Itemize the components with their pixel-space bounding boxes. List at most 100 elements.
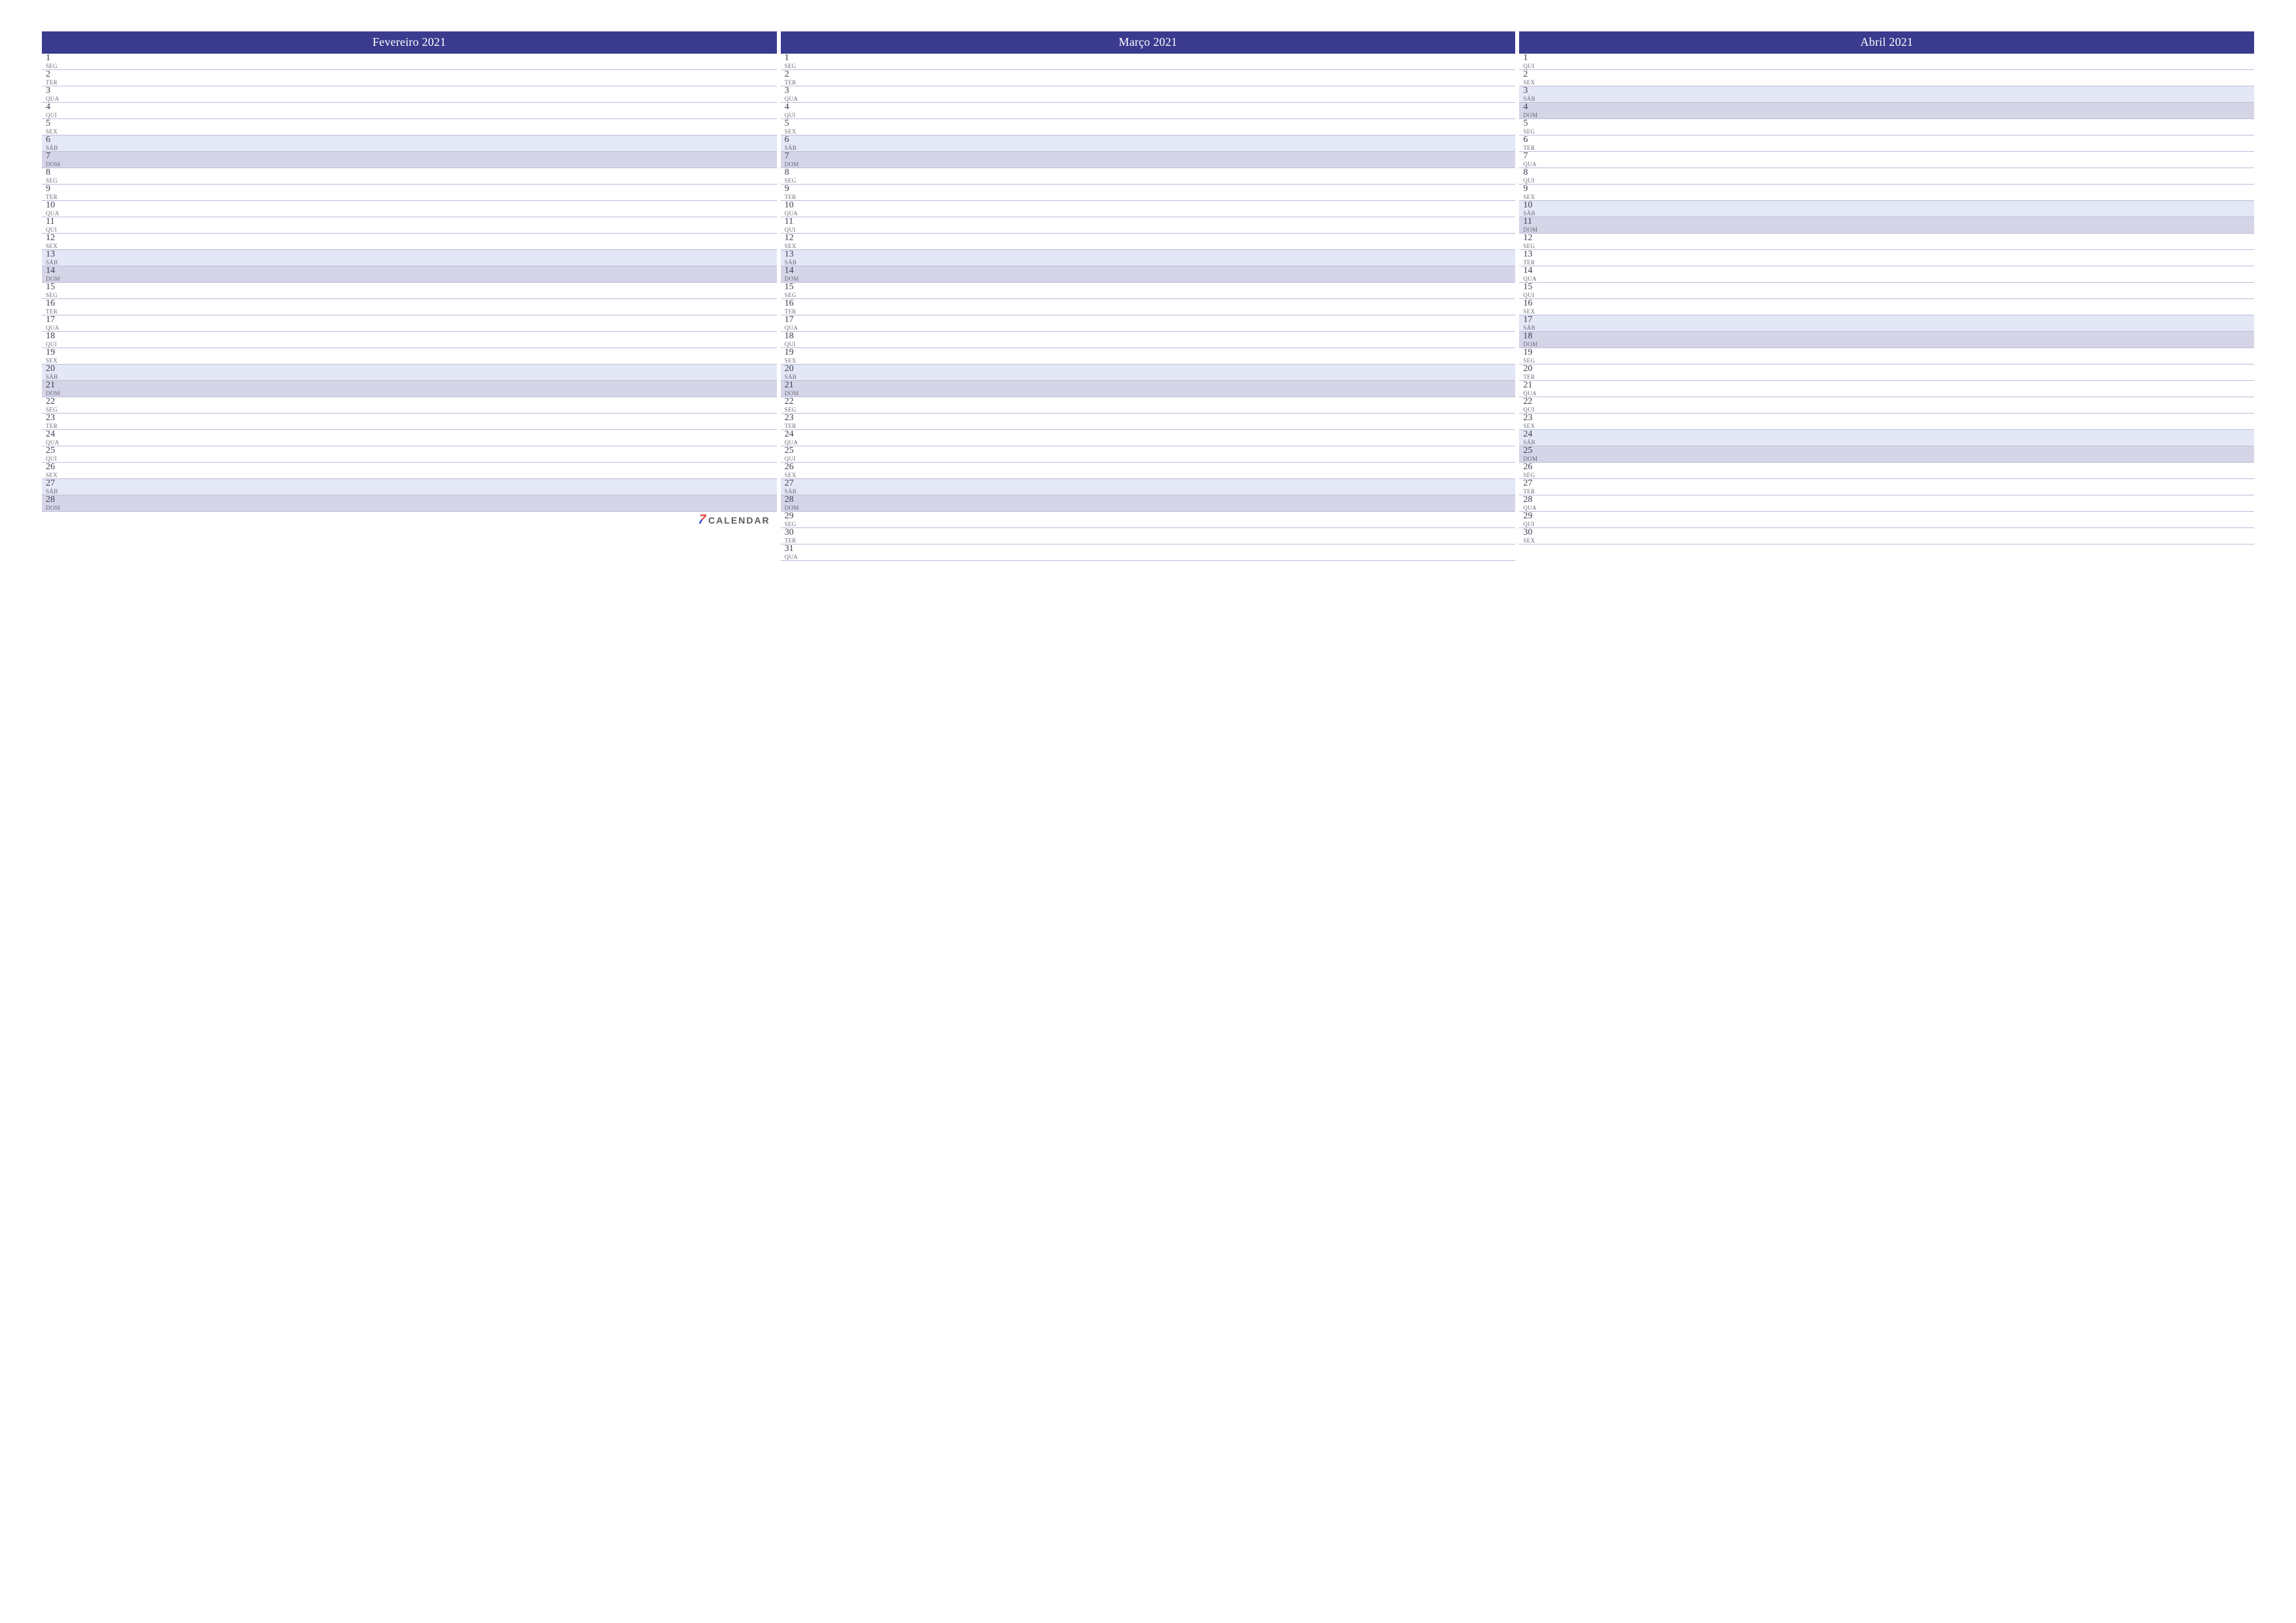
day-label: 1SEG (781, 54, 815, 69)
day-row: 21QUA (1519, 381, 2254, 397)
day-number: 19 (1523, 348, 1553, 357)
day-row: 9SEX (1519, 185, 2254, 201)
day-label: 23TER (42, 414, 76, 429)
day-weekday: SEX (785, 129, 815, 135)
day-number: 27 (785, 479, 815, 488)
day-number: 7 (785, 152, 815, 161)
day-label: 26SEX (781, 463, 815, 478)
day-notes-area (76, 266, 777, 282)
day-row: 8QUI (1519, 168, 2254, 185)
day-weekday: SEX (1523, 423, 1553, 429)
day-label: 4QUI (42, 103, 76, 118)
day-notes-area (815, 446, 1516, 462)
brand-seven-icon: 7 (697, 512, 707, 527)
day-number: 30 (1523, 528, 1553, 537)
day-weekday: QUI (785, 342, 815, 348)
day-notes-area (1553, 381, 2254, 397)
day-weekday: TER (46, 423, 76, 429)
day-label: 15QUI (1519, 283, 1553, 298)
day-number: 14 (785, 266, 815, 276)
day-number: 24 (785, 430, 815, 439)
day-label: 29QUI (1519, 512, 1553, 527)
day-notes-area (76, 283, 777, 298)
day-row: 15SEG (42, 283, 777, 299)
day-row: 1QUI (1519, 54, 2254, 70)
day-weekday: QUA (46, 325, 76, 331)
day-number: 26 (785, 463, 815, 472)
day-row: 26SEG (1519, 463, 2254, 479)
day-row: 22QUI (1519, 397, 2254, 414)
day-weekday: SEG (785, 407, 815, 413)
day-notes-area (76, 463, 777, 478)
day-row: 13TER (1519, 250, 2254, 266)
day-row: 20SÁB (42, 365, 777, 381)
day-number: 3 (785, 86, 815, 96)
day-row: 27SÁB (781, 479, 1516, 495)
day-number: 20 (785, 365, 815, 374)
day-row: 10SÁB (1519, 201, 2254, 217)
day-number: 13 (785, 250, 815, 259)
day-weekday: SEG (46, 178, 76, 184)
day-notes-area (815, 544, 1516, 560)
day-notes-area (815, 54, 1516, 69)
day-weekday: QUI (1523, 522, 1553, 527)
day-weekday: TER (1523, 260, 1553, 266)
day-notes-area (1553, 348, 2254, 364)
day-weekday: TER (1523, 489, 1553, 495)
day-number: 8 (785, 168, 815, 177)
day-row: 19SEX (781, 348, 1516, 365)
day-row: 31QUA (781, 544, 1516, 561)
day-number: 19 (46, 348, 76, 357)
day-notes-area (815, 119, 1516, 135)
month-column: Abril 20211QUI2SEX3SÁB4DOM5SEG6TER7QUA8Q… (1519, 31, 2254, 561)
day-label: 9TER (42, 185, 76, 200)
day-row: 12SEG (1519, 234, 2254, 250)
day-label: 16TER (42, 299, 76, 315)
day-row: 18QUI (42, 332, 777, 348)
day-row: 12SEX (42, 234, 777, 250)
day-weekday: QUA (46, 96, 76, 102)
day-notes-area (76, 152, 777, 168)
day-notes-area (76, 381, 777, 397)
day-row: 10QUA (42, 201, 777, 217)
day-weekday: TER (46, 80, 76, 86)
day-notes-area (1553, 397, 2254, 413)
day-weekday: QUA (1523, 162, 1553, 168)
day-row: 27SÁB (42, 479, 777, 495)
day-notes-area (1553, 234, 2254, 249)
day-weekday: DOM (1523, 342, 1553, 348)
day-weekday: QUA (1523, 505, 1553, 511)
day-row: 28DOM (42, 495, 777, 512)
day-notes-area (76, 365, 777, 380)
day-notes-area (1553, 315, 2254, 331)
day-notes-area (76, 315, 777, 331)
day-label: 16TER (781, 299, 815, 315)
day-notes-area (1553, 250, 2254, 266)
day-row: 22SEG (781, 397, 1516, 414)
day-notes-area (76, 414, 777, 429)
day-weekday: DOM (1523, 113, 1553, 118)
day-notes-area (1553, 495, 2254, 511)
day-notes-area (1553, 463, 2254, 478)
day-label: 2TER (781, 70, 815, 86)
day-weekday: SÁB (1523, 96, 1553, 102)
day-row: 18DOM (1519, 332, 2254, 348)
day-notes-area (1553, 332, 2254, 348)
day-row: 14DOM (781, 266, 1516, 283)
day-number: 6 (1523, 135, 1553, 145)
day-number: 6 (785, 135, 815, 145)
day-weekday: DOM (46, 505, 76, 511)
day-label: 24SÁB (1519, 430, 1553, 446)
day-number: 2 (1523, 70, 1553, 79)
month-column: Março 20211SEG2TER3QUA4QUI5SEX6SÁB7DOM8S… (781, 31, 1516, 561)
day-row: 27TER (1519, 479, 2254, 495)
day-label: 27SÁB (781, 479, 815, 495)
day-number: 22 (785, 397, 815, 406)
day-weekday: SEG (1523, 358, 1553, 364)
day-weekday: SEG (46, 63, 76, 69)
day-row: 6SÁB (781, 135, 1516, 152)
day-notes-area (815, 414, 1516, 429)
day-number: 1 (1523, 54, 1553, 63)
day-notes-area (76, 70, 777, 86)
day-weekday: SÁB (46, 260, 76, 266)
